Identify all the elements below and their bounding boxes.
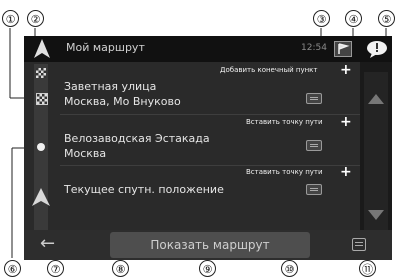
waypoint-item[interactable]: Заветная улица Москва, Мо Внуково bbox=[64, 79, 181, 109]
route-list: Добавить конечный пункт + Заветная улица… bbox=[24, 62, 360, 230]
waypoint-item[interactable]: Текущее спутн. положение bbox=[64, 182, 224, 197]
insert-waypoint-button[interactable]: + bbox=[340, 165, 352, 179]
callout-2: ② bbox=[27, 10, 44, 27]
bottom-bar: ← Показать маршрут bbox=[24, 230, 392, 260]
add-destination-button[interactable]: + bbox=[340, 63, 352, 77]
start-flag-icon bbox=[36, 68, 46, 78]
title-bar: Мой маршрут 12:54 bbox=[24, 36, 392, 62]
current-position-arrow-icon bbox=[32, 188, 50, 206]
callout-10: ⑩ bbox=[281, 260, 298, 277]
waypoint-street: Текущее спутн. положение bbox=[64, 183, 224, 196]
callout-6: ⑥ bbox=[4, 260, 21, 277]
note-icon[interactable] bbox=[306, 93, 322, 104]
row-divider bbox=[60, 165, 360, 166]
scroll-up-icon[interactable] bbox=[366, 92, 386, 106]
flag-icon[interactable] bbox=[334, 41, 352, 57]
insert-waypoint-button[interactable]: + bbox=[340, 115, 352, 129]
note-icon[interactable] bbox=[306, 184, 322, 195]
callout-8: ⑧ bbox=[112, 260, 129, 277]
chat-icon[interactable] bbox=[366, 40, 388, 58]
navigation-screen: Мой маршрут 12:54 Добавить конечный пунк… bbox=[24, 36, 392, 260]
callout-7: ⑦ bbox=[47, 260, 64, 277]
insert-waypoint-label[interactable]: Вставить точку пути bbox=[246, 118, 323, 126]
show-route-button[interactable]: Показать маршрут bbox=[110, 232, 310, 258]
waypoint-city: Москва bbox=[64, 147, 107, 160]
app-logo-icon bbox=[34, 39, 50, 58]
waypoint-item[interactable]: Велозаводская Эстакада Москва bbox=[64, 131, 210, 161]
back-arrow-icon[interactable]: ← bbox=[40, 234, 55, 254]
note-icon[interactable] bbox=[306, 140, 322, 151]
callout-4: ④ bbox=[345, 10, 362, 27]
waypoint-city: Москва, Мо Внуково bbox=[64, 95, 181, 108]
finish-flag-icon bbox=[36, 93, 48, 105]
callout-3: ③ bbox=[313, 10, 330, 27]
callout-11: ⑪ bbox=[359, 260, 376, 277]
waypoint-street: Велозаводская Эстакада bbox=[64, 132, 210, 145]
waypoint-street: Заветная улица bbox=[64, 80, 157, 93]
add-destination-label[interactable]: Добавить конечный пункт bbox=[220, 66, 317, 74]
row-divider bbox=[60, 114, 360, 115]
page-title: Мой маршрут bbox=[66, 41, 145, 54]
scroll-down-icon[interactable] bbox=[366, 208, 386, 222]
insert-waypoint-label[interactable]: Вставить точку пути bbox=[246, 168, 323, 176]
callout-1: ① bbox=[2, 10, 19, 27]
route-marker-icon bbox=[37, 143, 45, 151]
menu-icon[interactable] bbox=[352, 238, 366, 251]
callout-9: ⑨ bbox=[199, 260, 216, 277]
scrollbar[interactable] bbox=[364, 72, 388, 240]
clock: 12:54 bbox=[301, 43, 327, 53]
callout-5: ⑤ bbox=[378, 10, 395, 27]
